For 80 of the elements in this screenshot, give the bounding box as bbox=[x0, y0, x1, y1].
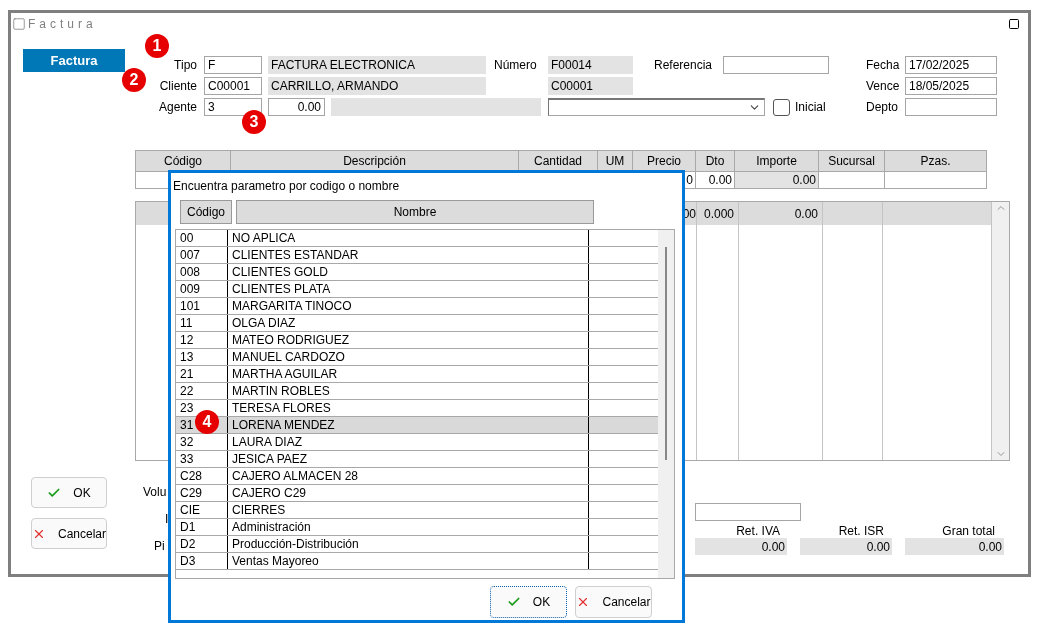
column-header[interactable]: Dto bbox=[696, 150, 735, 172]
table-cell: 0.00 bbox=[696, 172, 735, 189]
list-row[interactable]: C28 CAJERO ALMACEN 28 bbox=[176, 468, 658, 485]
column-header[interactable]: Descripción bbox=[231, 150, 519, 172]
table-cell bbox=[823, 202, 883, 225]
cancel-button[interactable]: Cancelar bbox=[575, 586, 652, 618]
list-row[interactable]: 00 NO APLICA bbox=[176, 230, 658, 247]
date-field[interactable]: 17/02/2025 bbox=[905, 56, 997, 74]
table-cell: 0.00 bbox=[735, 172, 819, 189]
table-cell: 0.000 bbox=[697, 202, 739, 225]
column-header[interactable]: Nombre bbox=[236, 200, 594, 224]
total-label: Ret. IVA bbox=[735, 525, 781, 538]
column-header[interactable]: Código bbox=[135, 150, 231, 172]
list-row[interactable]: 11 OLGA DIAZ bbox=[176, 315, 658, 332]
column-header[interactable]: Precio bbox=[633, 150, 696, 172]
list-row[interactable]: 22 MARTIN ROBLES bbox=[176, 383, 658, 400]
checkbox[interactable] bbox=[773, 98, 790, 116]
list-row[interactable]: CIE CIERRES bbox=[176, 502, 658, 519]
scrollbar[interactable] bbox=[658, 230, 674, 578]
input-field[interactable]: C00001 bbox=[204, 77, 262, 95]
field-label: Referencia bbox=[654, 58, 710, 72]
field-label: Agente bbox=[157, 100, 197, 114]
field-label: Volu bbox=[143, 485, 168, 499]
column-header[interactable]: Sucursal bbox=[819, 150, 885, 172]
column-header[interactable]: Importe bbox=[735, 150, 819, 172]
ok-button[interactable]: OK bbox=[31, 477, 107, 508]
field-label: Depto bbox=[866, 100, 898, 114]
field-label: Número bbox=[494, 58, 538, 72]
window-title: Factura bbox=[28, 17, 97, 31]
list-row[interactable]: 33 JESICA PAEZ bbox=[176, 451, 658, 468]
list-row[interactable]: 32 LAURA DIAZ bbox=[176, 434, 658, 451]
table-cell bbox=[819, 172, 885, 189]
list-row[interactable]: 007 CLIENTES ESTANDAR bbox=[176, 247, 658, 264]
field-label: Fecha bbox=[866, 58, 898, 72]
side-tab[interactable]: Factura bbox=[23, 49, 125, 72]
column-header[interactable]: Cantidad bbox=[519, 150, 598, 172]
checkbox-label: Inicial bbox=[795, 100, 827, 114]
field-label: Vence bbox=[866, 79, 898, 93]
input-field[interactable] bbox=[905, 98, 997, 116]
list-row[interactable]: 13 MANUEL CARDOZO bbox=[176, 349, 658, 366]
column-header[interactable]: UM bbox=[598, 150, 633, 172]
list-row[interactable]: 008 CLIENTES GOLD bbox=[176, 264, 658, 281]
list-row[interactable]: 101 MARGARITA TINOCO bbox=[176, 298, 658, 315]
total-value: 0.00 bbox=[800, 538, 892, 555]
window-icon bbox=[12, 17, 26, 31]
readonly-field: F00014 bbox=[548, 56, 633, 74]
column-header[interactable]: Pzas. bbox=[885, 150, 987, 172]
readonly-field: FACTURA ELECTRONICA bbox=[268, 56, 486, 74]
readonly-field: CARRILLO, ARMANDO bbox=[268, 77, 486, 95]
list-row[interactable]: D2 Producción-Distribución bbox=[176, 536, 658, 553]
maximize-icon[interactable] bbox=[1008, 18, 1020, 30]
dropdown[interactable] bbox=[548, 98, 765, 116]
ok-button[interactable]: OK bbox=[490, 586, 567, 618]
table-cell: 0.00 bbox=[739, 202, 823, 225]
input-field[interactable]: 0.00 bbox=[268, 98, 325, 116]
check-icon bbox=[506, 595, 521, 609]
list-row[interactable]: 009 CLIENTES PLATA bbox=[176, 281, 658, 298]
list-row[interactable]: C29 CAJERO C29 bbox=[176, 485, 658, 502]
cancel-button[interactable]: Cancelar bbox=[31, 518, 107, 549]
list-row[interactable]: D3 Ventas Mayoreo bbox=[176, 553, 658, 570]
dialog-prompt: Encuentra parametro por codigo o nombre bbox=[173, 179, 401, 194]
field-label: Pi bbox=[154, 539, 166, 553]
input-field[interactable] bbox=[723, 56, 829, 74]
field-label: I bbox=[165, 512, 168, 526]
input-field[interactable]: F bbox=[204, 56, 262, 74]
list-row[interactable]: D1 Administración bbox=[176, 519, 658, 536]
total-label: Gran total bbox=[941, 525, 996, 538]
input-field[interactable]: 3 bbox=[204, 98, 262, 116]
field-label: Tipo bbox=[173, 58, 197, 72]
field-label: Cliente bbox=[158, 79, 197, 93]
total-label: Ret. ISR bbox=[837, 525, 885, 538]
list-row[interactable]: 12 MATEO RODRIGUEZ bbox=[176, 332, 658, 349]
readonly-field: C00001 bbox=[548, 77, 633, 95]
list-row[interactable]: 21 MARTHA AGUILAR bbox=[176, 366, 658, 383]
total-value: 0.00 bbox=[905, 538, 1004, 555]
column-header[interactable]: Código bbox=[180, 200, 232, 224]
total-value: 0.00 bbox=[695, 538, 787, 555]
input-field[interactable] bbox=[695, 503, 801, 521]
date-field[interactable]: 18/05/2025 bbox=[905, 77, 997, 95]
scrollbar[interactable] bbox=[992, 202, 1009, 460]
